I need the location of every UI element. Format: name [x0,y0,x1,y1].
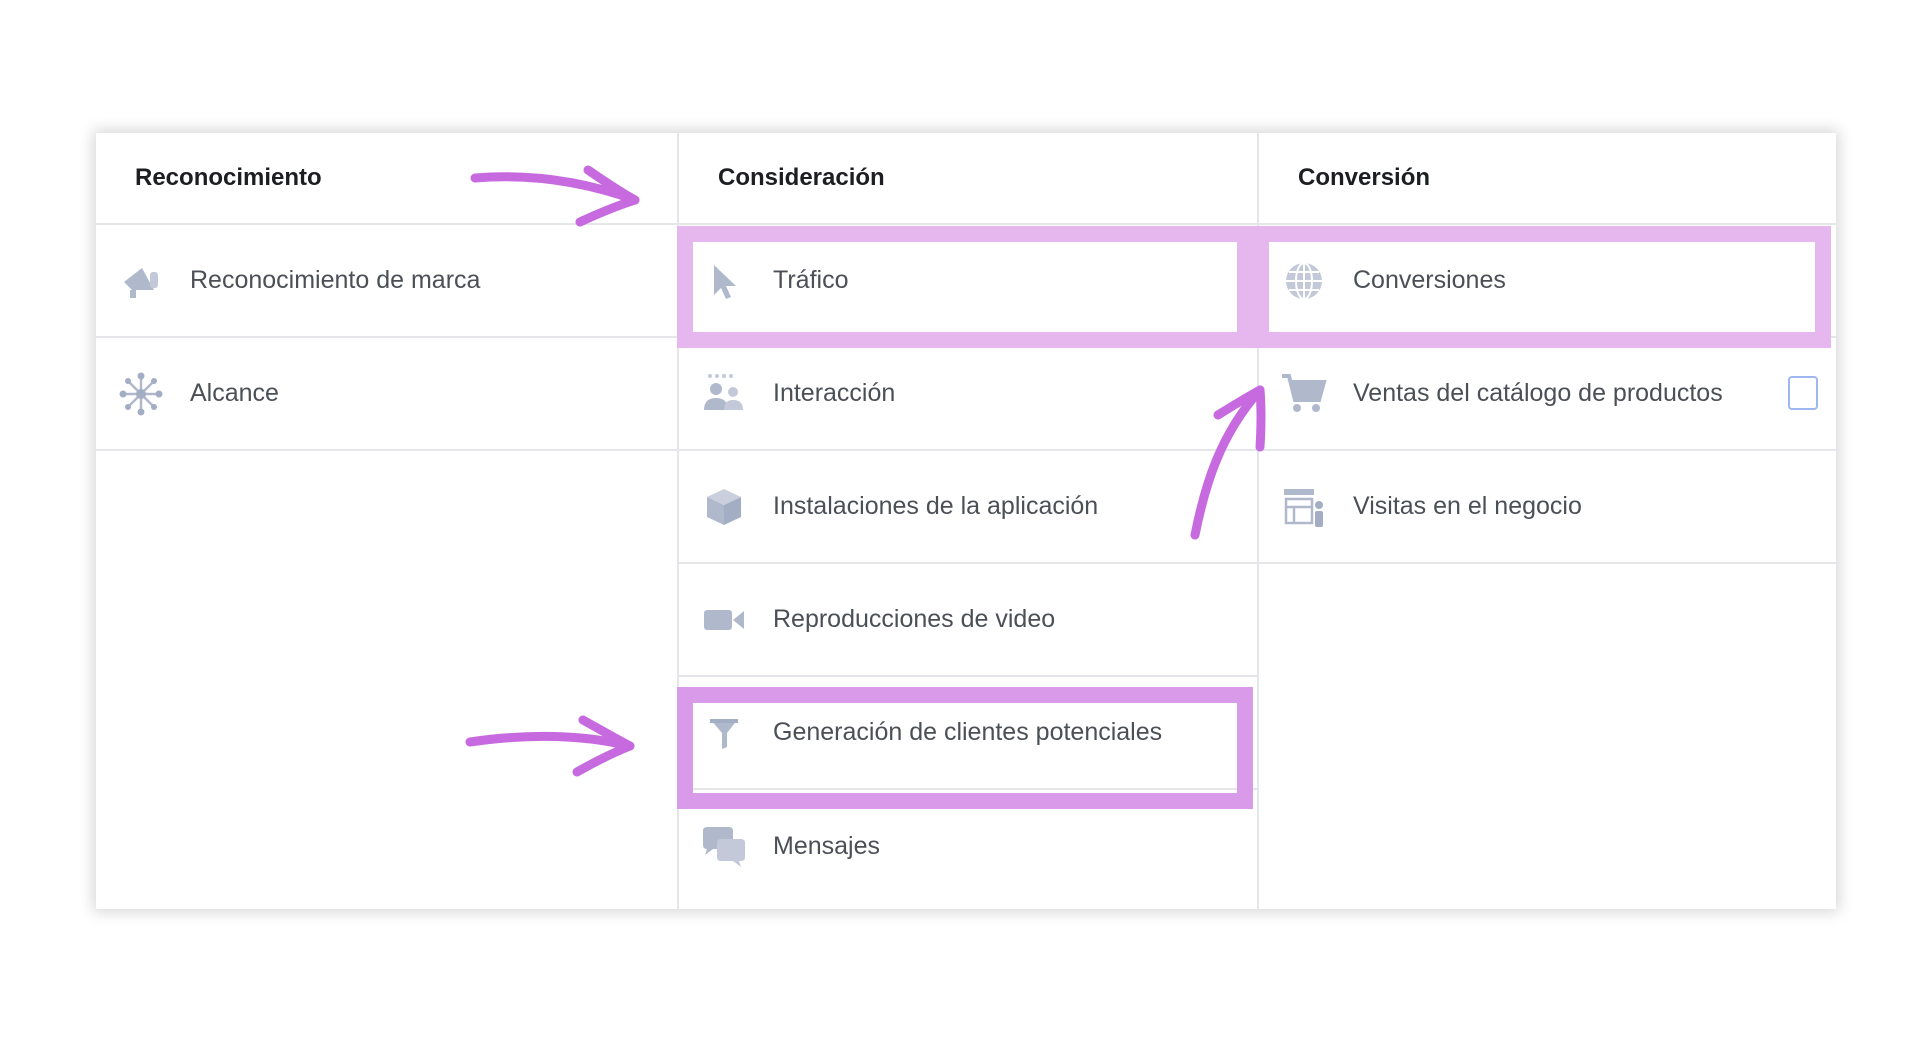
reach-network-icon [118,371,164,417]
objective-label: Interacción [773,379,896,407]
objective-interaccion[interactable]: Interacción [679,338,1259,451]
column-reconocimiento: Reconocimiento Reconocimiento de marca A… [96,133,677,909]
arrow-to-conversiones [1190,385,1266,540]
column-heading: Consideración [679,133,1259,225]
column-heading: Conversión [1259,133,1838,225]
arrow-to-generacion-clientes [465,715,635,777]
objective-label: Instalaciones de la aplicación [773,492,1099,520]
arrow-to-consideracion [470,165,640,227]
video-camera-icon [701,597,747,643]
objective-visitas-negocio[interactable]: Visitas en el negocio [1259,451,1838,564]
objective-label: Ventas del catálogo de productos [1353,379,1723,407]
objective-alcance[interactable]: Alcance [96,338,677,451]
highlight-trafico [677,226,1253,348]
store-visit-icon [1281,484,1327,530]
megaphone-icon [118,258,164,304]
chat-bubbles-icon [701,824,747,870]
objective-ventas-catalogo[interactable]: Ventas del catálogo de productos [1259,338,1838,451]
objective-label: Alcance [190,379,279,407]
objective-reproducciones[interactable]: Reproducciones de video [679,564,1259,677]
cube-icon [701,484,747,530]
people-icon [701,371,747,417]
highlight-generacion-clientes [677,687,1253,809]
objective-label: Reproducciones de video [773,605,1056,633]
catalog-checkbox[interactable] [1788,376,1818,410]
objective-label: Mensajes [773,832,880,860]
objective-reconocimiento-de-marca[interactable]: Reconocimiento de marca [96,225,677,338]
shopping-cart-icon [1281,371,1327,417]
objective-label: Visitas en el negocio [1353,492,1582,520]
highlight-conversiones [1253,226,1831,348]
objective-instalaciones[interactable]: Instalaciones de la aplicación [679,451,1259,564]
objective-label: Reconocimiento de marca [190,266,481,294]
